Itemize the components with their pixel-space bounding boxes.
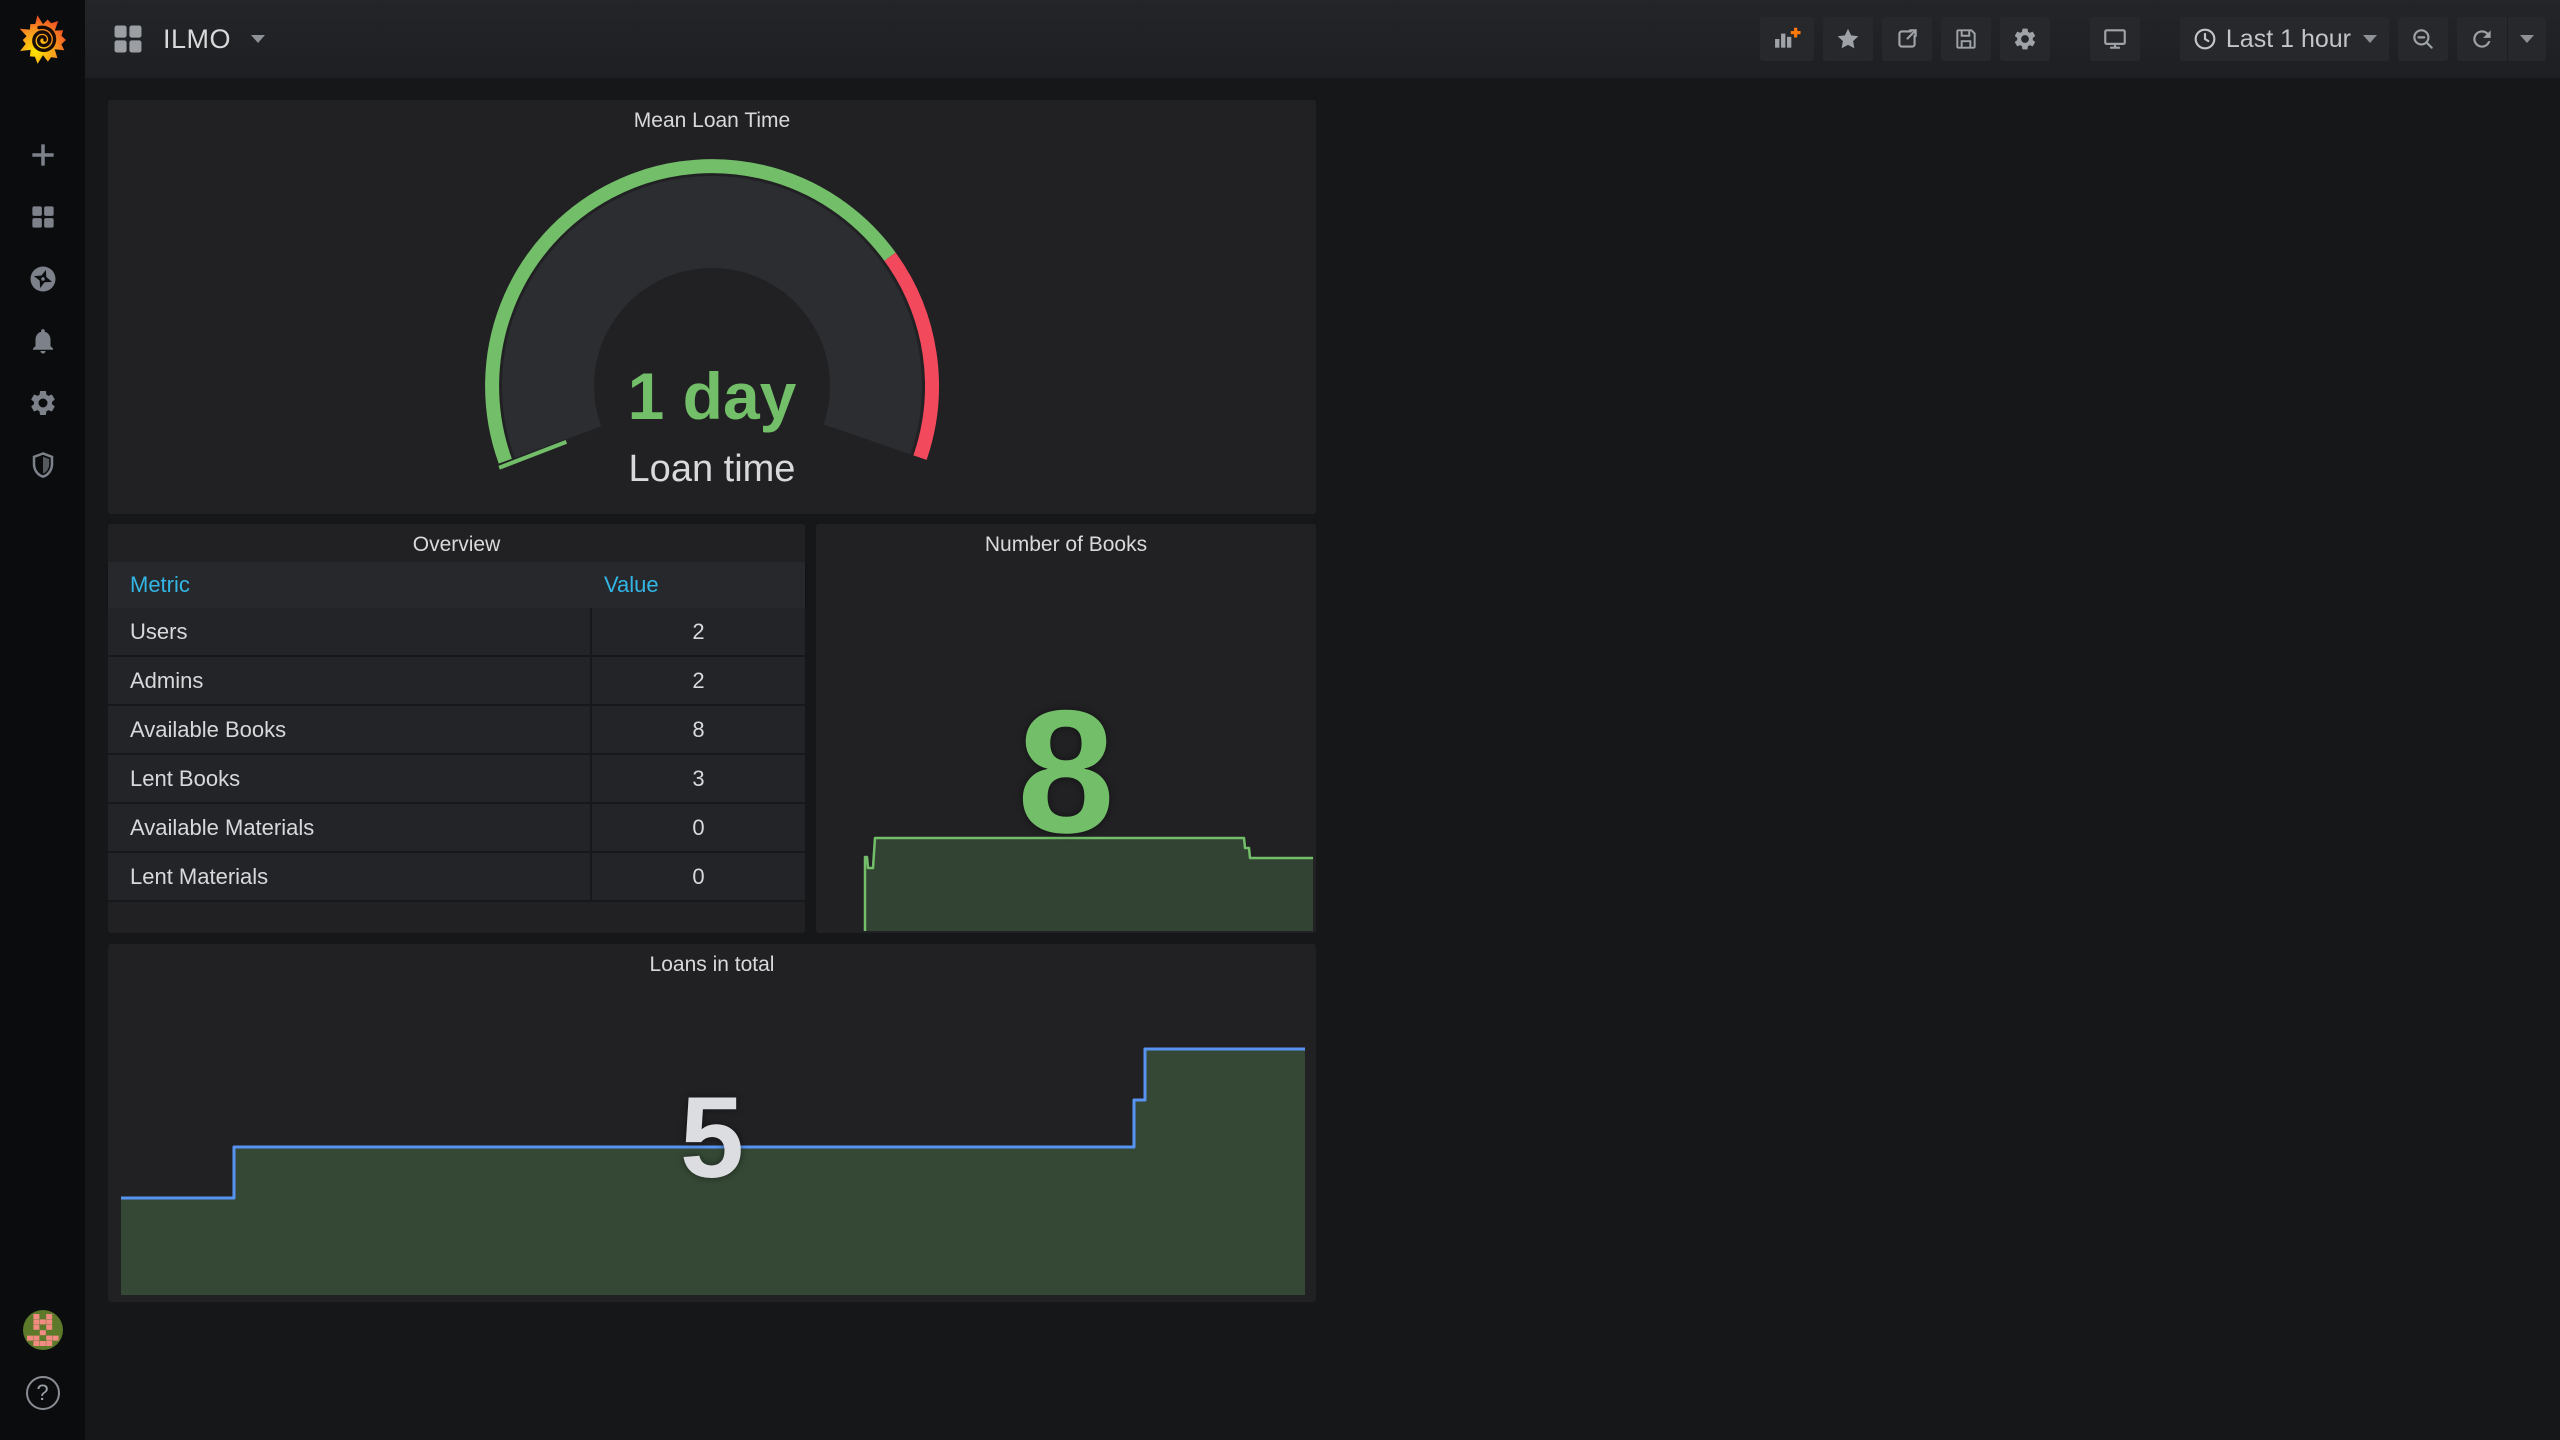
star-icon [1835, 26, 1861, 52]
table-row: Admins 2 [108, 657, 805, 706]
panel-title[interactable]: Overview [108, 533, 805, 557]
gear-icon [28, 388, 58, 418]
clock-icon [2192, 26, 2218, 52]
add-panel-icon [1772, 26, 1802, 52]
grafana-logo[interactable] [0, 0, 85, 78]
chevron-down-icon [2363, 35, 2377, 43]
zoom-out-time-button[interactable] [2398, 17, 2448, 61]
chevron-down-icon [251, 35, 266, 43]
star-dashboard-button[interactable] [1822, 17, 1873, 61]
value-cell: 2 [590, 608, 805, 655]
dashboards-grid-icon [28, 202, 58, 232]
value-cell: 8 [590, 706, 805, 753]
value-cell: 0 [590, 853, 805, 900]
value-cell: 3 [590, 755, 805, 802]
metric-cell: Users [130, 618, 188, 644]
stat-value: 5 [680, 1074, 744, 1202]
add-panel-button[interactable] [1759, 17, 1814, 61]
stat-value: 8 [1017, 675, 1115, 870]
gauge-value: 1 day [627, 359, 797, 433]
share-icon [1894, 26, 1920, 52]
page-title: ILMO [163, 23, 232, 54]
panel-title[interactable]: Mean Loan Time [108, 109, 1316, 133]
sidebar-item-alerting[interactable] [19, 326, 67, 356]
dashboard-canvas: Mean Loan Time 1 day Loan time Overview … [85, 78, 2560, 1440]
help-icon[interactable]: ? [25, 1376, 60, 1410]
sidebar-item-configuration[interactable] [19, 388, 67, 418]
dashboard-title-dropdown[interactable]: ILMO [109, 20, 266, 58]
share-dashboard-button[interactable] [1881, 17, 1932, 61]
metric-cell: Admins [130, 667, 204, 693]
metric-cell: Available Materials [130, 814, 315, 840]
table-row: Lent Materials 0 [108, 853, 805, 902]
gear-icon [2012, 26, 2038, 52]
plus-icon [28, 140, 58, 170]
panel-title[interactable]: Number of Books [816, 533, 1316, 557]
top-nav: ILMO Last 1 hour [85, 0, 2560, 78]
table-row: Users 2 [108, 608, 805, 657]
refresh-button[interactable] [2457, 17, 2507, 61]
sidebar: ? [0, 0, 85, 1440]
refresh-button-group [2457, 17, 2546, 61]
refresh-interval-dropdown[interactable] [2507, 17, 2546, 61]
metric-cell: Lent Materials [130, 863, 269, 889]
tv-monitor-icon [2102, 26, 2128, 52]
grafana-logo-icon [19, 15, 66, 64]
bell-icon [28, 326, 58, 356]
panel-overview: Overview Metric Value Users 2 Admins 2 Avail… [108, 524, 805, 933]
panel-number-of-books: Number of Books 8 [816, 524, 1316, 933]
panel-mean-loan-time: Mean Loan Time 1 day Loan time [108, 100, 1316, 514]
help-glyph: ? [36, 1380, 49, 1405]
save-dashboard-button[interactable] [1940, 17, 1991, 61]
table-row: Lent Books 3 [108, 755, 805, 804]
sidebar-item-dashboards[interactable] [19, 202, 67, 232]
grid-icon [109, 20, 147, 58]
refresh-icon [2469, 26, 2495, 52]
compass-icon [28, 264, 58, 294]
metric-cell: Lent Books [130, 765, 241, 791]
panel-loans-in-total: Loans in total 5 [108, 944, 1316, 1302]
overview-table-body: Users 2 Admins 2 Available Books 8 Lent Books 3… [108, 608, 805, 902]
dashboard-settings-button[interactable] [1999, 17, 2050, 61]
column-header-metric[interactable]: Metric [108, 572, 590, 598]
sidebar-item-create[interactable] [19, 140, 67, 170]
chevron-down-icon [2520, 35, 2534, 43]
panel-title[interactable]: Loans in total [108, 953, 1316, 977]
metric-cell: Available Books [130, 716, 287, 742]
value-cell: 0 [590, 804, 805, 851]
table-row: Available Books 8 [108, 706, 805, 755]
value-cell: 2 [590, 657, 805, 704]
time-range-picker[interactable]: Last 1 hour [2179, 17, 2389, 61]
column-header-value[interactable]: Value [590, 572, 805, 598]
save-icon [1953, 26, 1979, 52]
time-range-label: Last 1 hour [2225, 24, 2351, 53]
gauge-label: Loan time [628, 448, 796, 490]
avatar[interactable] [22, 1310, 63, 1350]
magnifier-minus-icon [2410, 26, 2436, 52]
table-row: Available Materials 0 [108, 804, 805, 853]
table-header: Metric Value [108, 562, 805, 608]
sidebar-item-explore[interactable] [19, 264, 67, 294]
shield-icon [28, 450, 58, 480]
sidebar-item-server-admin[interactable] [19, 450, 67, 480]
cycle-view-mode-button[interactable] [2089, 17, 2140, 61]
